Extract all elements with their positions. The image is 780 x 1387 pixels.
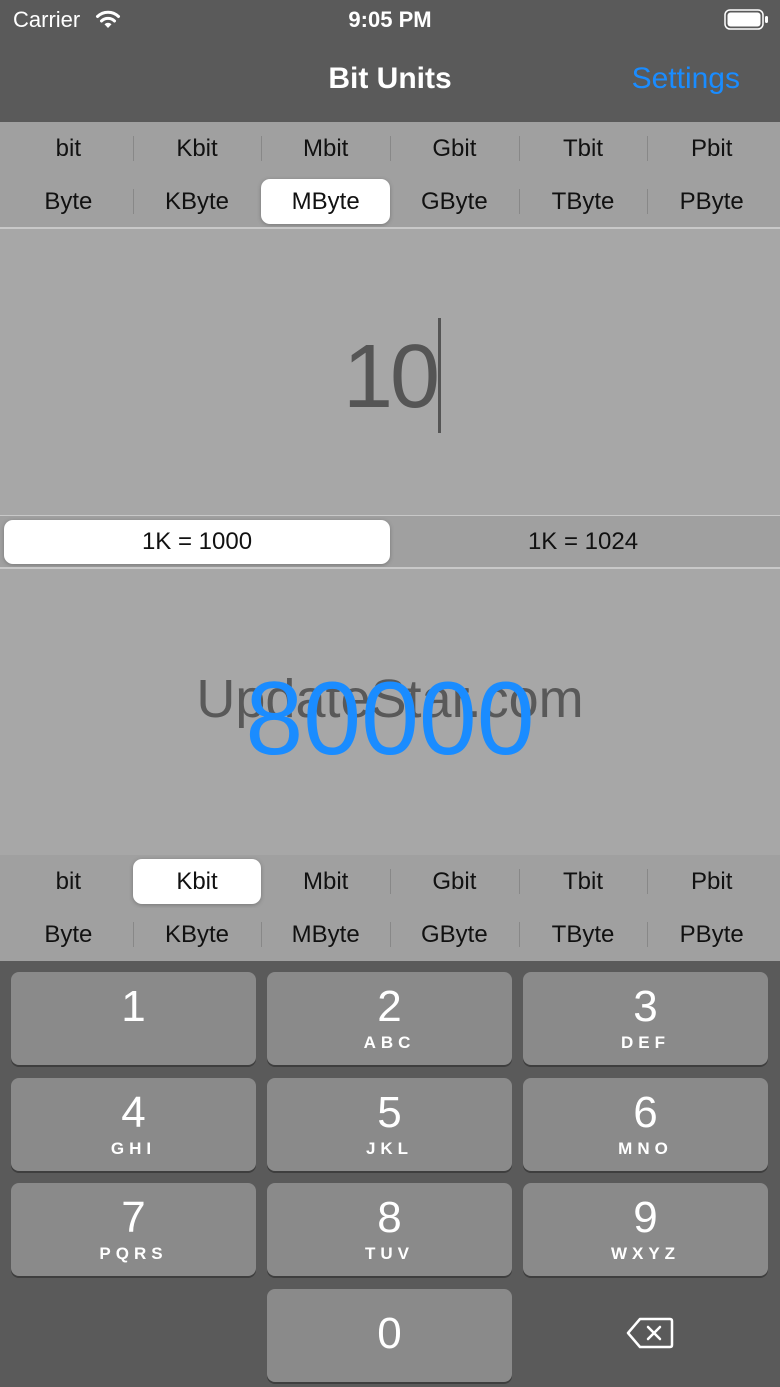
key-number: 3 [633,982,658,1031]
input-unit-tbit[interactable]: Tbit [518,126,648,171]
key-1[interactable]: 1 [11,972,256,1065]
mode-1000-option[interactable]: 1K = 1000 [4,520,390,564]
input-unit-byte[interactable]: Byte [4,179,133,224]
output-unit-gbyte[interactable]: GByte [390,912,519,957]
key-number: 8 [377,1193,402,1242]
input-unit-kbit[interactable]: Kbit [132,126,262,171]
status-time: 9:05 PM [348,7,432,32]
key-letters: WXYZ [610,1244,681,1263]
input-unit-kbyte[interactable]: KByte [132,179,262,224]
output-unit-kbit[interactable]: Kbit [132,859,262,904]
key-4[interactable]: 4 GHI [11,1078,256,1171]
key-0[interactable]: 0 [267,1289,512,1382]
key-number: 1 [121,982,146,1031]
output-unit-mbit[interactable]: Mbit [261,859,390,904]
key-letters: TUV [365,1244,414,1263]
delete-backspace-icon[interactable] [626,1316,674,1350]
key-letters: GHI [110,1139,157,1158]
settings-button[interactable]: Settings [632,62,740,96]
key-letters: PQRS [99,1244,168,1263]
input-unit-pbyte[interactable]: PByte [647,179,776,224]
input-unit-gbyte[interactable]: GByte [390,179,519,224]
input-unit-mbyte[interactable]: MByte [261,179,391,224]
key-6[interactable]: 6 MNO [523,1078,768,1171]
input-bit-unit-selector: bit Kbit Mbit Gbit Tbit Pbit [0,122,780,175]
key-letters: DEF [621,1033,670,1052]
input-unit-pbit[interactable]: Pbit [647,126,776,171]
key-number: 2 [377,982,402,1031]
key-number: 6 [633,1088,658,1137]
output-unit-gbit[interactable]: Gbit [390,859,519,904]
key-number: 0 [377,1309,402,1358]
key-letters: MNO [618,1139,673,1158]
output-unit-mbyte[interactable]: MByte [261,912,390,957]
key-letters: ABC [363,1033,416,1052]
output-unit-pbit[interactable]: Pbit [647,859,776,904]
output-unit-byte[interactable]: Byte [4,912,133,957]
key-7[interactable]: 7 PQRS [11,1183,256,1276]
navigation-bar: Bit Units Settings [0,40,780,122]
key-number: 7 [121,1193,146,1242]
input-unit-tbyte[interactable]: TByte [518,179,648,224]
input-unit-mbit[interactable]: Mbit [261,126,390,171]
output-value: 80000 [245,661,535,777]
key-letters: JKL [365,1139,414,1158]
status-bar: Carrier 9:05 PM [0,0,780,40]
output-unit-tbyte[interactable]: TByte [518,912,648,957]
output-unit-tbit[interactable]: Tbit [518,859,648,904]
text-cursor [438,318,441,433]
input-byte-unit-selector: Byte KByte MByte GByte TByte PByte [0,175,780,228]
output-bit-unit-selector: bit Kbit Mbit Gbit Tbit Pbit [0,855,780,908]
key-number: 4 [121,1088,146,1137]
mode-1024-option[interactable]: 1K = 1024 [390,520,776,564]
key-9[interactable]: 9 WXYZ [523,1183,768,1276]
output-unit-pbyte[interactable]: PByte [647,912,776,957]
input-unit-bit[interactable]: bit [4,126,133,171]
key-5[interactable]: 5 JKL [267,1078,512,1171]
output-byte-unit-selector: Byte KByte MByte GByte TByte PByte [0,908,780,961]
battery-icon [724,9,768,30]
key-3[interactable]: 3 DEF [523,972,768,1065]
output-unit-kbyte[interactable]: KByte [132,912,262,957]
kilo-mode-selector: 1K = 1000 1K = 1024 [0,516,780,568]
key-number: 5 [377,1088,402,1137]
key-2[interactable]: 2 ABC [267,972,512,1065]
input-value: 10 [342,327,440,427]
key-8[interactable]: 8 TUV [267,1183,512,1276]
key-number: 9 [633,1193,658,1242]
input-unit-gbit[interactable]: Gbit [390,126,519,171]
output-unit-bit[interactable]: bit [4,859,133,904]
